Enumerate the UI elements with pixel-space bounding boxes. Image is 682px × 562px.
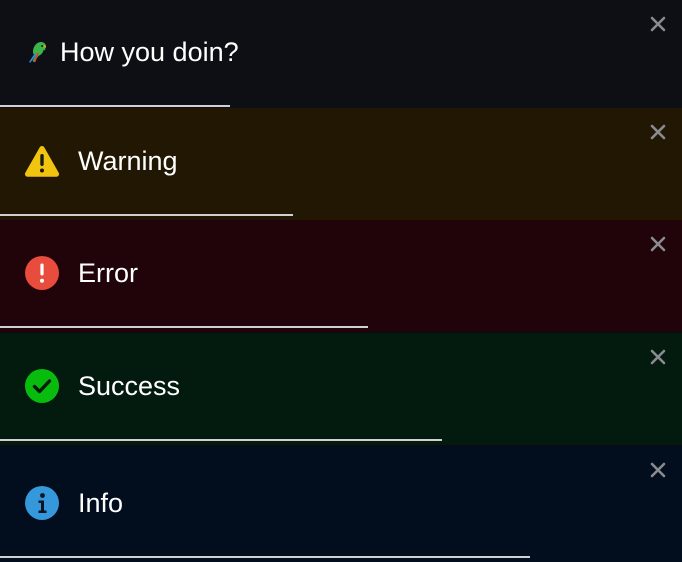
close-icon[interactable] <box>646 232 670 256</box>
toast-success[interactable]: Success <box>0 333 682 445</box>
toast-progress-bar <box>0 556 530 558</box>
error-exclamation-icon <box>24 255 60 291</box>
toast-progress-bar <box>0 105 230 107</box>
toast-default[interactable]: How you doin? <box>0 0 682 108</box>
warning-triangle-icon <box>24 143 60 179</box>
toast-info[interactable]: Info <box>0 446 682 562</box>
toast-message: How you doin? <box>60 36 239 67</box>
info-icon <box>24 485 60 521</box>
toast-progress-bar <box>0 326 369 328</box>
toast-error[interactable]: Error <box>0 220 682 332</box>
close-icon[interactable] <box>646 12 670 36</box>
toast-message: Info <box>78 487 124 518</box>
toast-body: How you doin? <box>24 0 239 104</box>
toast-message: Warning <box>78 145 178 176</box>
parrot-emoji-icon <box>24 38 52 66</box>
toast-body: Error <box>24 220 138 326</box>
close-icon[interactable] <box>646 345 670 369</box>
toast-message: Error <box>78 257 138 288</box>
toast-message: Success <box>78 370 181 401</box>
toast-progress-bar <box>0 439 442 441</box>
toast-body: Success <box>24 333 180 439</box>
close-icon[interactable] <box>646 120 670 144</box>
toast-body: Info <box>24 446 123 560</box>
toast-progress-bar <box>0 214 293 216</box>
success-check-icon <box>24 368 60 404</box>
toast-container: How you doin? Warning Error Success Info <box>0 0 682 562</box>
toast-body: Warning <box>24 108 178 214</box>
toast-warning[interactable]: Warning <box>0 108 682 220</box>
close-icon[interactable] <box>646 458 670 482</box>
